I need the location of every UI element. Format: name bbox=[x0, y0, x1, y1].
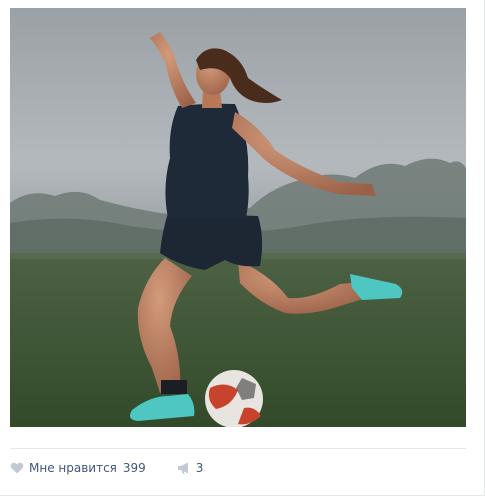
divider bbox=[10, 448, 466, 449]
soccer-ball bbox=[205, 370, 263, 427]
share-count: 3 bbox=[195, 461, 204, 475]
like-label: Мне нравится bbox=[29, 461, 117, 475]
heart-icon bbox=[10, 461, 24, 475]
megaphone-icon bbox=[177, 461, 191, 475]
share-button[interactable]: 3 bbox=[177, 461, 204, 475]
like-button[interactable]: Мне нравится 399 bbox=[10, 461, 146, 475]
post-photo[interactable] bbox=[10, 8, 466, 427]
football-player-photo bbox=[10, 8, 466, 427]
post-card: Мне нравится 399 3 bbox=[0, 0, 485, 496]
like-count: 399 bbox=[122, 461, 146, 475]
post-actions: Мне нравится 399 3 bbox=[10, 459, 203, 477]
